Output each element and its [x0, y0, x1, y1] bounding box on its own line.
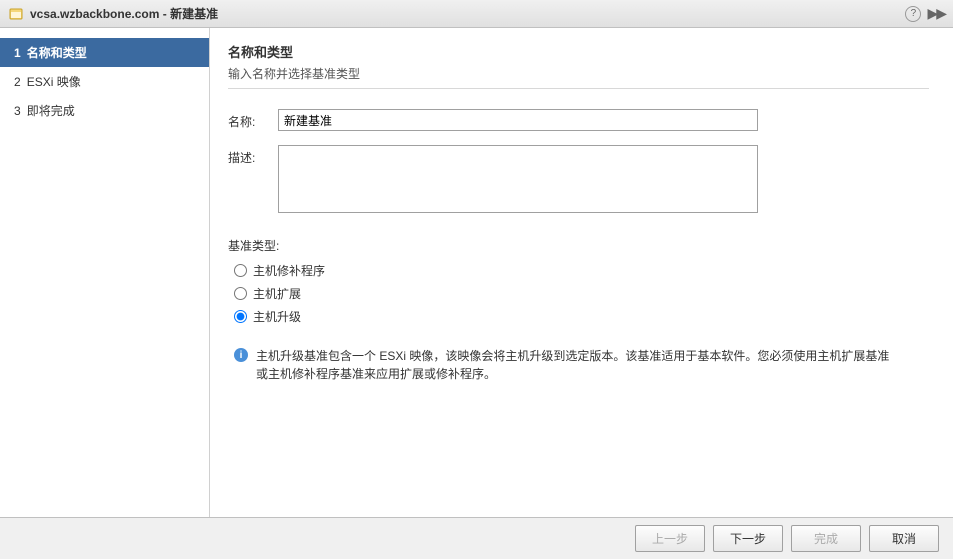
step-num: 2 — [14, 75, 21, 89]
step-ready[interactable]: 3 即将完成 — [0, 96, 209, 125]
help-icon[interactable]: ? — [905, 6, 921, 22]
step-label: ESXi 映像 — [27, 75, 81, 89]
titlebar-sep: - — [159, 7, 170, 21]
wizard-sidebar: 1 名称和类型 2 ESXi 映像 3 即将完成 — [0, 28, 210, 517]
finish-button[interactable]: 完成 — [791, 525, 861, 552]
type-section: 基准类型: 主机修补程序 主机扩展 主机升级 i 主机升级基准包含一个 ESXi… — [228, 237, 929, 383]
type-label: 基准类型: — [228, 237, 929, 254]
page-title: 名称和类型 — [228, 42, 929, 61]
step-label: 即将完成 — [27, 104, 75, 118]
step-esxi-image[interactable]: 2 ESXi 映像 — [0, 67, 209, 96]
radio-host-patch[interactable]: 主机修补程序 — [234, 262, 929, 279]
titlebar-controls: ? ▶▶ — [905, 5, 945, 22]
radio-label: 主机修补程序 — [253, 262, 325, 279]
window-icon — [8, 6, 24, 22]
step-num: 3 — [14, 104, 21, 118]
back-button[interactable]: 上一步 — [635, 525, 705, 552]
desc-label: 描述: — [228, 145, 278, 213]
titlebar: vcsa.wzbackbone.com - 新建基准 ? ▶▶ — [0, 0, 953, 28]
info-icon: i — [234, 348, 248, 362]
radio-host-extension[interactable]: 主机扩展 — [234, 285, 929, 302]
page-subtitle: 输入名称并选择基准类型 — [228, 65, 929, 82]
radio-label: 主机升级 — [253, 308, 301, 325]
radio-input-extension[interactable] — [234, 287, 247, 300]
titlebar-host: vcsa.wzbackbone.com — [30, 7, 159, 21]
cancel-button[interactable]: 取消 — [869, 525, 939, 552]
name-label: 名称: — [228, 109, 278, 131]
wizard-content: 名称和类型 输入名称并选择基准类型 名称: 描述: 基准类型: 主机修补程序 主… — [210, 28, 953, 517]
radio-input-upgrade[interactable] — [234, 310, 247, 323]
radio-group: 主机修补程序 主机扩展 主机升级 — [234, 262, 929, 325]
radio-label: 主机扩展 — [253, 285, 301, 302]
name-input[interactable] — [278, 109, 758, 131]
expand-icon[interactable]: ▶▶ — [927, 5, 945, 22]
step-name-type[interactable]: 1 名称和类型 — [0, 38, 209, 67]
titlebar-text: vcsa.wzbackbone.com - 新建基准 — [30, 5, 905, 22]
radio-host-upgrade[interactable]: 主机升级 — [234, 308, 929, 325]
info-text: 主机升级基准包含一个 ESXi 映像，该映像会将主机升级到选定版本。该基准适用于… — [256, 347, 894, 383]
main: 1 名称和类型 2 ESXi 映像 3 即将完成 名称和类型 输入名称并选择基准类型 … — [0, 28, 953, 517]
info-box: i 主机升级基准包含一个 ESXi 映像，该映像会将主机升级到选定版本。该基准适… — [234, 347, 894, 383]
desc-input[interactable] — [278, 145, 758, 213]
name-row: 名称: — [228, 109, 929, 131]
wizard-footer: 上一步 下一步 完成 取消 — [0, 517, 953, 559]
radio-input-patch[interactable] — [234, 264, 247, 277]
divider — [228, 88, 929, 89]
next-button[interactable]: 下一步 — [713, 525, 783, 552]
titlebar-title: 新建基准 — [170, 7, 218, 21]
desc-row: 描述: — [228, 145, 929, 213]
step-num: 1 — [14, 46, 21, 60]
step-label: 名称和类型 — [27, 46, 87, 60]
